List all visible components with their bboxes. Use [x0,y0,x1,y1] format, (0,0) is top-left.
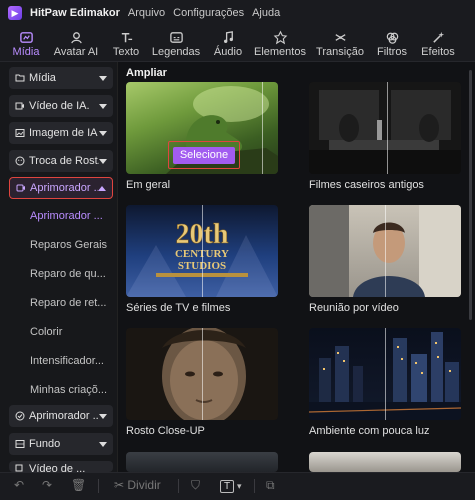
scrollbar[interactable] [469,70,472,320]
text-icon [121,33,132,43]
sidebar-subitem-minhas-criacoes[interactable]: Minhas criaçõ... [30,384,110,396]
card-label: Filmes caseiros antigos [309,179,424,191]
app-logo-icon: ▶ [8,6,22,20]
sidebar-item-fundo[interactable]: Fundo [9,433,113,455]
tool-tabs: Mídia Avatar AI Texto Legendas Áudio Ele… [0,26,475,75]
compare-divider [387,82,388,174]
menu-ajuda[interactable]: Ajuda [252,7,280,19]
card-filmes-caseiros[interactable] [309,82,461,174]
sidebar-item-aprimorador-2[interactable]: Aprimorador ... [9,405,113,427]
section-title: Ampliar [126,67,167,79]
sidebar-subitem-colorir[interactable]: Colorir [30,326,110,338]
select-button[interactable]: Selecione [168,141,240,169]
tab-filtros[interactable]: Filtros [374,26,410,62]
tab-legendas[interactable]: Legendas [152,26,200,62]
chevron-up-icon [98,185,106,191]
video-icon [15,102,24,110]
sidebar-item-video-partial[interactable]: Vídeo de ... [9,461,113,472]
chevron-down-icon [99,75,107,81]
sidebar-item-midia[interactable]: Mídia [9,67,113,89]
subtitles-icon [169,32,183,43]
face-swap-icon [15,156,25,166]
card-pouca-luz[interactable] [309,328,461,420]
split-label: Dividir [127,478,161,492]
card-label: Em geral [126,179,171,191]
card-label: Reunião por vídeo [309,302,399,314]
compare-divider [202,205,203,297]
avatar-icon [70,32,82,44]
chevron-down-icon [99,441,107,447]
compare-divider [385,328,386,420]
app-title: HitPaw Edimakor [30,7,120,19]
marker-icon[interactable]: ⛉ [191,478,200,493]
card-rosto-close-up[interactable] [126,328,278,420]
video-icon [15,464,23,472]
filters-icon [386,32,398,44]
menu-arquivo[interactable]: Arquivo [128,7,165,19]
chevron-down-icon [99,158,107,164]
elements-icon [273,30,287,45]
background-icon [15,440,25,448]
compare-divider [385,205,386,297]
menu-bar: ▶ HitPaw Edimakor Arquivo Configurações … [0,0,475,26]
sidebar-item-aprimorador[interactable]: Aprimorador ... [9,177,113,199]
folder-icon [15,74,25,82]
sidebar-subitem-reparo-qualidade[interactable]: Reparo de qu... [30,268,110,280]
sidebar-subitem-reparo-retrato[interactable]: Reparo de ret... [30,297,110,309]
card-partial[interactable] [309,452,461,472]
card-label: Ambiente com pouca luz [309,425,430,437]
delete-icon[interactable]: 🗑 [71,478,86,492]
menu-configuracoes[interactable]: Configurações [173,7,244,19]
image-icon [15,129,25,137]
tab-midia[interactable]: Mídia [6,26,46,62]
divider [178,479,179,493]
card-thumbnail [309,82,461,174]
media-icon [19,32,33,43]
transition-icon [334,34,346,41]
tab-texto[interactable]: Texto [108,26,144,62]
tab-elementos[interactable]: Elementos [254,26,306,62]
chevron-down-icon [99,130,107,136]
crop-icon[interactable]: ⧉ [266,478,275,493]
card-partial[interactable] [126,452,278,472]
divider [98,479,99,493]
tab-audio[interactable]: Áudio [210,26,246,62]
card-label: Rosto Close-UP [126,425,205,437]
tab-transicao[interactable]: Transição [316,26,364,62]
sidebar-item-imagem-ia[interactable]: Imagem de IA [9,122,113,144]
enhancer-icon [16,184,25,192]
card-label: Séries de TV e filmes [126,302,231,314]
split-button[interactable]: ✂ Dividir [114,478,161,492]
divider [254,479,255,493]
sidebar-subitem-aprimorador[interactable]: Aprimorador ... [30,210,110,222]
sidebar-subitem-intensificador[interactable]: Intensificador... [30,355,110,367]
compare-divider [202,328,203,420]
sidebar-item-troca-rosto[interactable]: Troca de Rost... [9,150,113,172]
tab-avatar-ai[interactable]: Avatar AI [52,26,100,62]
enhancer-icon [15,411,25,421]
card-reuniao-video[interactable] [309,205,461,297]
audio-icon [223,31,233,43]
effects-icon [432,31,444,43]
redo-icon[interactable]: ↷ [42,478,52,492]
sidebar-subitem-reparos-gerais[interactable]: Reparos Gerais [30,239,110,251]
tab-efeitos[interactable]: Efeitos [418,26,458,62]
text-tool-icon[interactable]: T [220,480,235,493]
chevron-down-icon[interactable]: ▾ [237,481,242,492]
compare-divider [262,82,263,174]
sidebar-item-video-ia[interactable]: Vídeo de IA. [9,95,113,117]
card-series-tv[interactable]: 20th CENTURY STUDIOS [126,205,278,297]
undo-icon[interactable]: ↶ [14,478,24,492]
chevron-down-icon [99,413,107,419]
chevron-down-icon [99,103,107,109]
